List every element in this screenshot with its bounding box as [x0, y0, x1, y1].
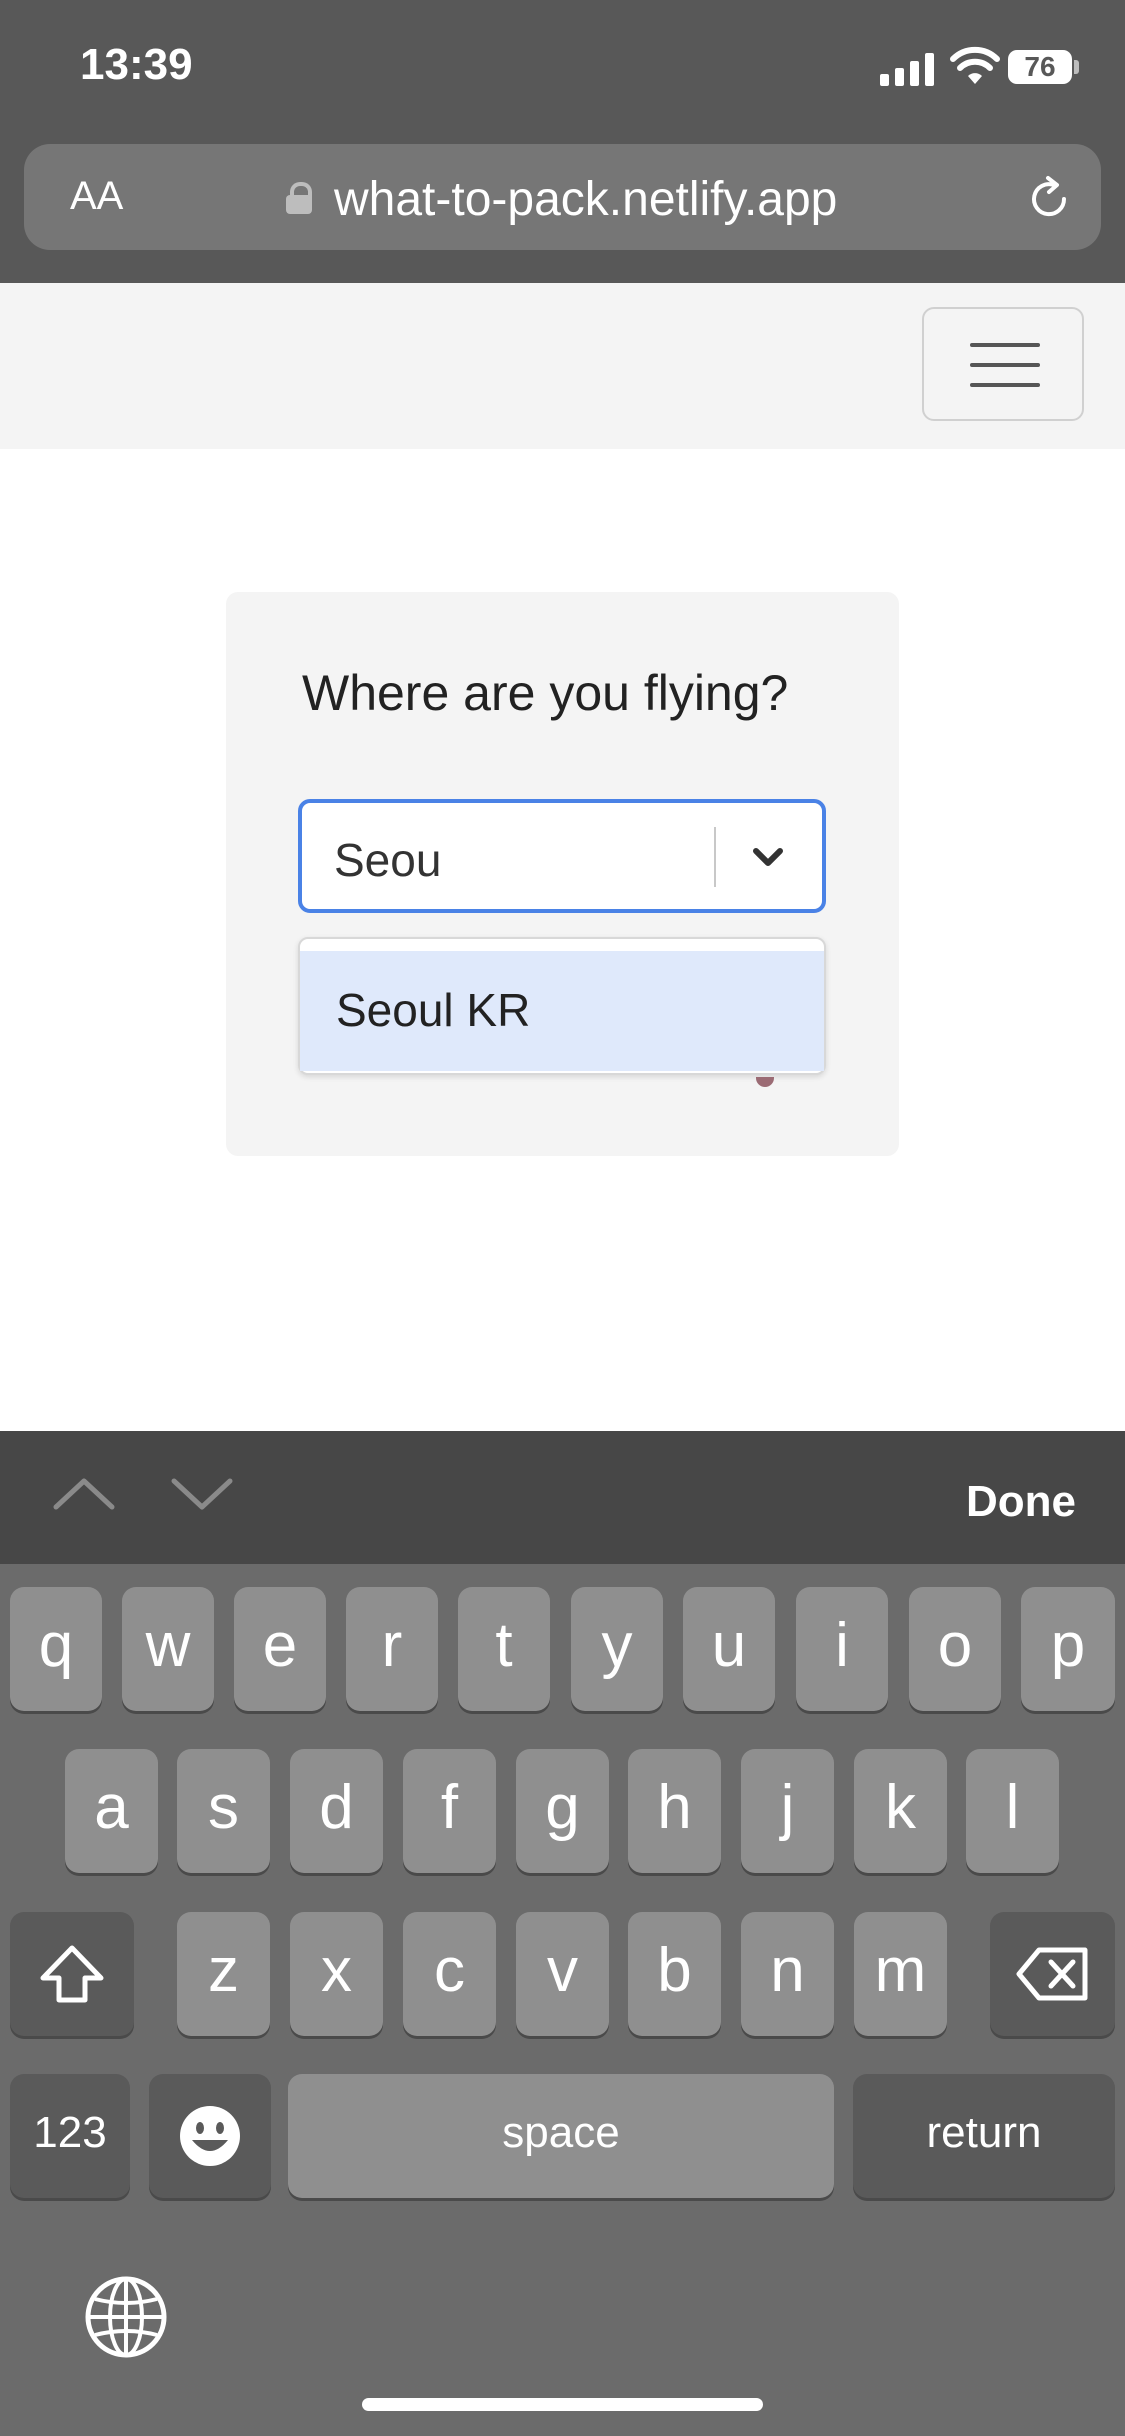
- emoji-icon: [180, 2106, 240, 2166]
- key-e[interactable]: e: [234, 1587, 326, 1711]
- lock-icon: [286, 182, 312, 214]
- key-r[interactable]: r: [346, 1587, 438, 1711]
- done-button[interactable]: Done: [966, 1477, 1076, 1527]
- url-text[interactable]: what-to-pack.netlify.app: [334, 172, 837, 227]
- key-p[interactable]: p: [1021, 1587, 1115, 1711]
- shift-key[interactable]: [10, 1912, 134, 2036]
- return-key[interactable]: return: [853, 2074, 1115, 2198]
- key-l[interactable]: l: [966, 1749, 1059, 1873]
- signal-icon: [880, 52, 936, 86]
- browser-chrome: AA what-to-pack.netlify.app: [0, 140, 1125, 283]
- emoji-key[interactable]: [149, 2074, 271, 2198]
- key-q[interactable]: q: [10, 1587, 102, 1711]
- numbers-key[interactable]: 123: [10, 2074, 130, 2198]
- key-h[interactable]: h: [628, 1749, 721, 1873]
- wifi-icon: [950, 46, 1000, 84]
- select-dropdown-menu: Seoul KR: [298, 937, 826, 1075]
- hamburger-menu-button[interactable]: [922, 307, 1084, 421]
- chevron-down-icon[interactable]: [742, 831, 794, 883]
- chevron-up-icon[interactable]: [52, 1473, 116, 1513]
- hidden-element-peek: [756, 1077, 774, 1087]
- dropdown-option-label: Seoul KR: [336, 984, 531, 1036]
- delete-icon: [1016, 1947, 1087, 2001]
- battery-icon: 76: [1008, 50, 1072, 84]
- key-z[interactable]: z: [177, 1912, 270, 2036]
- battery-cap: [1074, 60, 1079, 74]
- key-c[interactable]: c: [403, 1912, 496, 2036]
- dropdown-option[interactable]: Seoul KR: [300, 951, 824, 1071]
- key-i[interactable]: i: [796, 1587, 888, 1711]
- select-divider: [714, 827, 716, 887]
- key-f[interactable]: f: [403, 1749, 496, 1873]
- chevron-down-icon[interactable]: [170, 1473, 234, 1513]
- key-k[interactable]: k: [854, 1749, 947, 1873]
- key-u[interactable]: u: [683, 1587, 775, 1711]
- reload-icon[interactable]: [1024, 174, 1074, 224]
- key-a[interactable]: a: [65, 1749, 158, 1873]
- home-indicator[interactable]: [362, 2398, 763, 2411]
- key-n[interactable]: n: [741, 1912, 834, 2036]
- key-s[interactable]: s: [177, 1749, 270, 1873]
- key-d[interactable]: d: [290, 1749, 383, 1873]
- status-time: 13:39: [80, 40, 193, 89]
- site-navbar: [0, 283, 1125, 449]
- destination-select[interactable]: Seou: [298, 799, 826, 913]
- key-b[interactable]: b: [628, 1912, 721, 2036]
- destination-card: Where are you flying? Seou Seoul KR: [226, 592, 899, 1156]
- key-x[interactable]: x: [290, 1912, 383, 2036]
- space-key[interactable]: space: [288, 2074, 834, 2198]
- key-m[interactable]: m: [854, 1912, 947, 2036]
- key-g[interactable]: g: [516, 1749, 609, 1873]
- key-v[interactable]: v: [516, 1912, 609, 2036]
- shift-icon: [40, 1945, 104, 2003]
- delete-key[interactable]: [990, 1912, 1115, 2036]
- status-bar: 13:39 76: [0, 0, 1125, 140]
- globe-icon[interactable]: [82, 2273, 170, 2361]
- text-size-button[interactable]: AA: [70, 174, 123, 219]
- key-y[interactable]: y: [571, 1587, 663, 1711]
- key-t[interactable]: t: [458, 1587, 550, 1711]
- key-j[interactable]: j: [741, 1749, 834, 1873]
- key-w[interactable]: w: [122, 1587, 214, 1711]
- keyboard-accessory-bar: Done: [0, 1431, 1125, 1564]
- address-bar[interactable]: AA what-to-pack.netlify.app: [24, 144, 1101, 250]
- card-title: Where are you flying?: [302, 665, 789, 721]
- select-input-value[interactable]: Seou: [334, 833, 441, 887]
- key-o[interactable]: o: [909, 1587, 1001, 1711]
